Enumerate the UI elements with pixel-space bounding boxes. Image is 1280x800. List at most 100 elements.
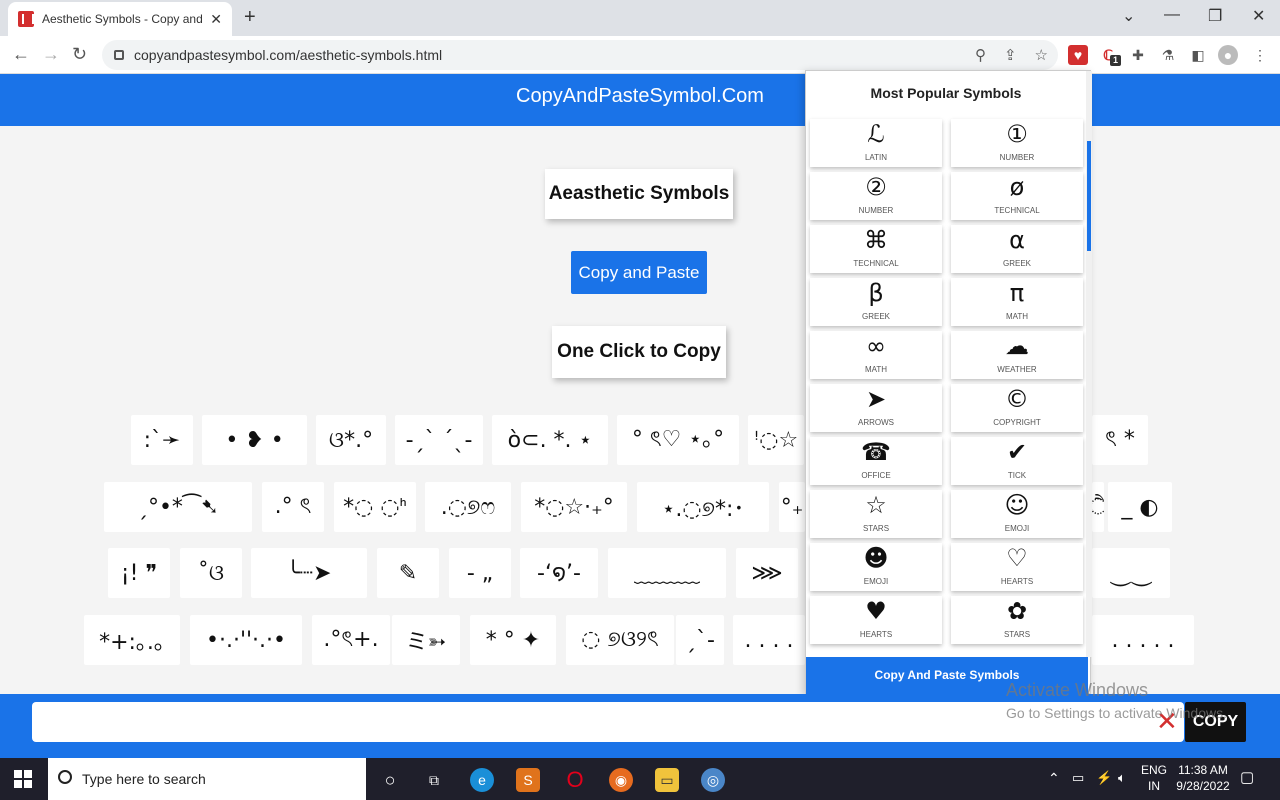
symbol-tile[interactable]: ⋆.◌୭*:･: [637, 482, 769, 532]
volume-icon[interactable]: 🔈︎: [1118, 770, 1126, 786]
popup-symbol-item[interactable]: ① NUMBER: [951, 119, 1083, 167]
popup-symbol-item[interactable]: β GREEK: [810, 278, 942, 326]
side-panel-icon[interactable]: ◧: [1188, 45, 1208, 65]
popup-symbol-item[interactable]: ☆ STARS: [810, 490, 942, 538]
browser-tab[interactable]: Aesthetic Symbols - Copy and Pa ✕: [8, 2, 232, 36]
popup-symbol-item[interactable]: ♡ HEARTS: [951, 543, 1083, 591]
restore-icon[interactable]: ❐: [1208, 6, 1222, 26]
tab-search-chevron-icon[interactable]: ⌄: [1122, 6, 1135, 26]
symbol-tile[interactable]: ミ➳: [392, 615, 460, 665]
popup-symbol-item[interactable]: ♥ HEARTS: [810, 596, 942, 644]
popup-symbol-item[interactable]: ∞ MATH: [810, 331, 942, 379]
profile-avatar-icon[interactable]: ●: [1218, 45, 1238, 65]
symbol-tile[interactable]: -ˏˋ ˊˎ-: [395, 415, 483, 465]
symbol-tile[interactable]: *◌☆⋅₊°: [521, 482, 627, 532]
symbol-tile[interactable]: ˏˋ-: [676, 615, 724, 665]
tab-close-icon[interactable]: ✕: [210, 11, 222, 28]
popup-symbol-item[interactable]: ø TECHNICAL: [951, 172, 1083, 220]
symbol-tile[interactable]: •·.·''·.·•: [190, 615, 302, 665]
taskbar-search-box[interactable]: Type here to search: [48, 758, 366, 800]
popup-symbol-item[interactable]: ☎ OFFICE: [810, 437, 942, 485]
symbol-tile[interactable]: :`➛: [131, 415, 193, 465]
symbol-tile[interactable]: ò⊂. *. ⋆: [492, 415, 608, 465]
labs-flask-icon[interactable]: ⚗: [1158, 45, 1178, 65]
popup-symbol-item[interactable]: α GREEK: [951, 225, 1083, 273]
adblock-extension-icon[interactable]: ℂ1: [1098, 45, 1121, 66]
symbol-tile[interactable]: .° ৎ: [262, 482, 324, 532]
pdf-extension-icon[interactable]: ♥: [1068, 45, 1088, 65]
file-explorer-icon[interactable]: ▭: [655, 768, 679, 792]
symbol-tile[interactable]: ੈ: [1092, 482, 1104, 532]
address-bar[interactable]: copyandpastesymbol.com/aesthetic-symbols…: [102, 40, 1058, 70]
cortana-circle-icon[interactable]: ○: [378, 768, 402, 792]
firefox-browser-icon[interactable]: ◉: [609, 768, 633, 792]
minimize-icon[interactable]: —: [1164, 6, 1180, 24]
site-title[interactable]: CopyAndPasteSymbol.Com: [516, 85, 764, 107]
symbol-tile[interactable]: -‘໑’-: [520, 548, 598, 598]
sublime-text-icon[interactable]: S: [516, 768, 540, 792]
task-view-icon[interactable]: ⧉: [422, 768, 446, 792]
notifications-icon[interactable]: ▢: [1240, 770, 1254, 786]
popup-symbol-item[interactable]: ✿ STARS: [951, 596, 1083, 644]
symbol-tile[interactable]: ˚ଓ: [180, 548, 242, 598]
popup-symbol-item[interactable]: ➤ ARROWS: [810, 384, 942, 432]
symbol-tile[interactable]: .◌୭ෆ: [425, 482, 511, 532]
symbol-tile[interactable]: * ° ✦: [470, 615, 556, 665]
clock-time: 11:38 AM: [1178, 763, 1228, 777]
symbol-tile[interactable]: ¡! ❞: [108, 548, 170, 598]
symbol-tile[interactable]: ଓ*.°: [316, 415, 386, 465]
popup-symbol-category: MATH: [864, 365, 888, 374]
symbol-tile[interactable]: . . . . .: [1092, 615, 1194, 665]
symbol-tile[interactable]: ⏝⏝: [1092, 548, 1170, 598]
symbol-tile[interactable]: ˏ°•*⁀➷: [104, 482, 252, 532]
window-close-icon[interactable]: ✕: [1252, 6, 1265, 26]
tray-chevron-icon[interactable]: ⌃: [1048, 770, 1060, 786]
language-indicator[interactable]: ENG IN: [1140, 762, 1168, 794]
clock[interactable]: 11:38 AM 9/28/2022: [1172, 762, 1234, 794]
popup-symbol-item[interactable]: ☺ EMOJI: [951, 490, 1083, 538]
popup-scrollbar[interactable]: [1086, 71, 1092, 657]
popup-scrollbar-thumb[interactable]: [1087, 141, 1091, 251]
symbol-tile[interactable]: ৎ *: [1092, 415, 1148, 465]
copy-and-paste-button[interactable]: Copy and Paste: [571, 251, 707, 294]
start-windows-icon[interactable]: [14, 770, 32, 788]
battery-icon[interactable]: ▭: [1072, 770, 1084, 786]
network-icon[interactable]: ⚡: [1096, 770, 1112, 786]
popup-symbol-item[interactable]: π MATH: [951, 278, 1083, 326]
chrome-browser-icon[interactable]: ◎: [701, 768, 725, 792]
reload-icon[interactable]: ↻: [72, 44, 87, 65]
popup-symbol-item[interactable]: ② NUMBER: [810, 172, 942, 220]
symbol-tile[interactable]: . . . .: [733, 615, 805, 665]
symbol-tile[interactable]: *+:｡.｡: [84, 615, 180, 665]
popup-symbol-item[interactable]: ⌘ TECHNICAL: [810, 225, 942, 273]
back-icon[interactable]: ←: [12, 44, 30, 65]
forward-icon[interactable]: →: [42, 44, 60, 65]
search-icon[interactable]: ⚲: [975, 46, 986, 64]
share-icon[interactable]: ⇪: [1004, 46, 1017, 64]
extensions-puzzle-icon[interactable]: ✚: [1128, 45, 1148, 65]
symbol-tile[interactable]: ° ৎ♡ ⋆｡°: [617, 415, 739, 465]
popup-symbol-item[interactable]: © COPYRIGHT: [951, 384, 1083, 432]
symbol-tile[interactable]: ✎: [377, 548, 439, 598]
symbol-tile[interactable]: .°ৎ+.: [312, 615, 390, 665]
symbol-tile[interactable]: ﹏﹏﹏: [608, 548, 726, 598]
popup-symbol-glyph: ☁: [1005, 332, 1029, 360]
popup-symbol-item[interactable]: ☻ EMOJI: [810, 543, 942, 591]
opera-browser-icon[interactable]: O: [563, 768, 587, 792]
symbol-tile[interactable]: *◌ ◌ᑋ: [334, 482, 416, 532]
symbol-tile[interactable]: ⋙: [736, 548, 798, 598]
symbol-tile[interactable]: ꜝ◌☆: [748, 415, 804, 465]
menu-kebab-icon[interactable]: ⋮: [1250, 45, 1270, 65]
symbol-tile[interactable]: _ ◐: [1108, 482, 1172, 532]
popup-symbol-item[interactable]: ☁ WEATHER: [951, 331, 1083, 379]
edge-browser-icon[interactable]: e: [470, 768, 494, 792]
popup-symbol-item[interactable]: ℒ LATIN: [810, 119, 942, 167]
popup-symbol-item[interactable]: ✔ TICK: [951, 437, 1083, 485]
symbol-tile[interactable]: - „: [449, 548, 511, 598]
symbol-tile[interactable]: ◌ ୭ଓ୨ৎ: [566, 615, 674, 665]
symbol-tile[interactable]: ╰┈➤: [251, 548, 367, 598]
symbol-tile[interactable]: • ❥ •: [202, 415, 307, 465]
new-tab-icon[interactable]: +: [244, 6, 256, 29]
symbol-tile[interactable]: °₊: [779, 482, 805, 532]
bookmark-star-icon[interactable]: ☆: [1035, 46, 1048, 64]
